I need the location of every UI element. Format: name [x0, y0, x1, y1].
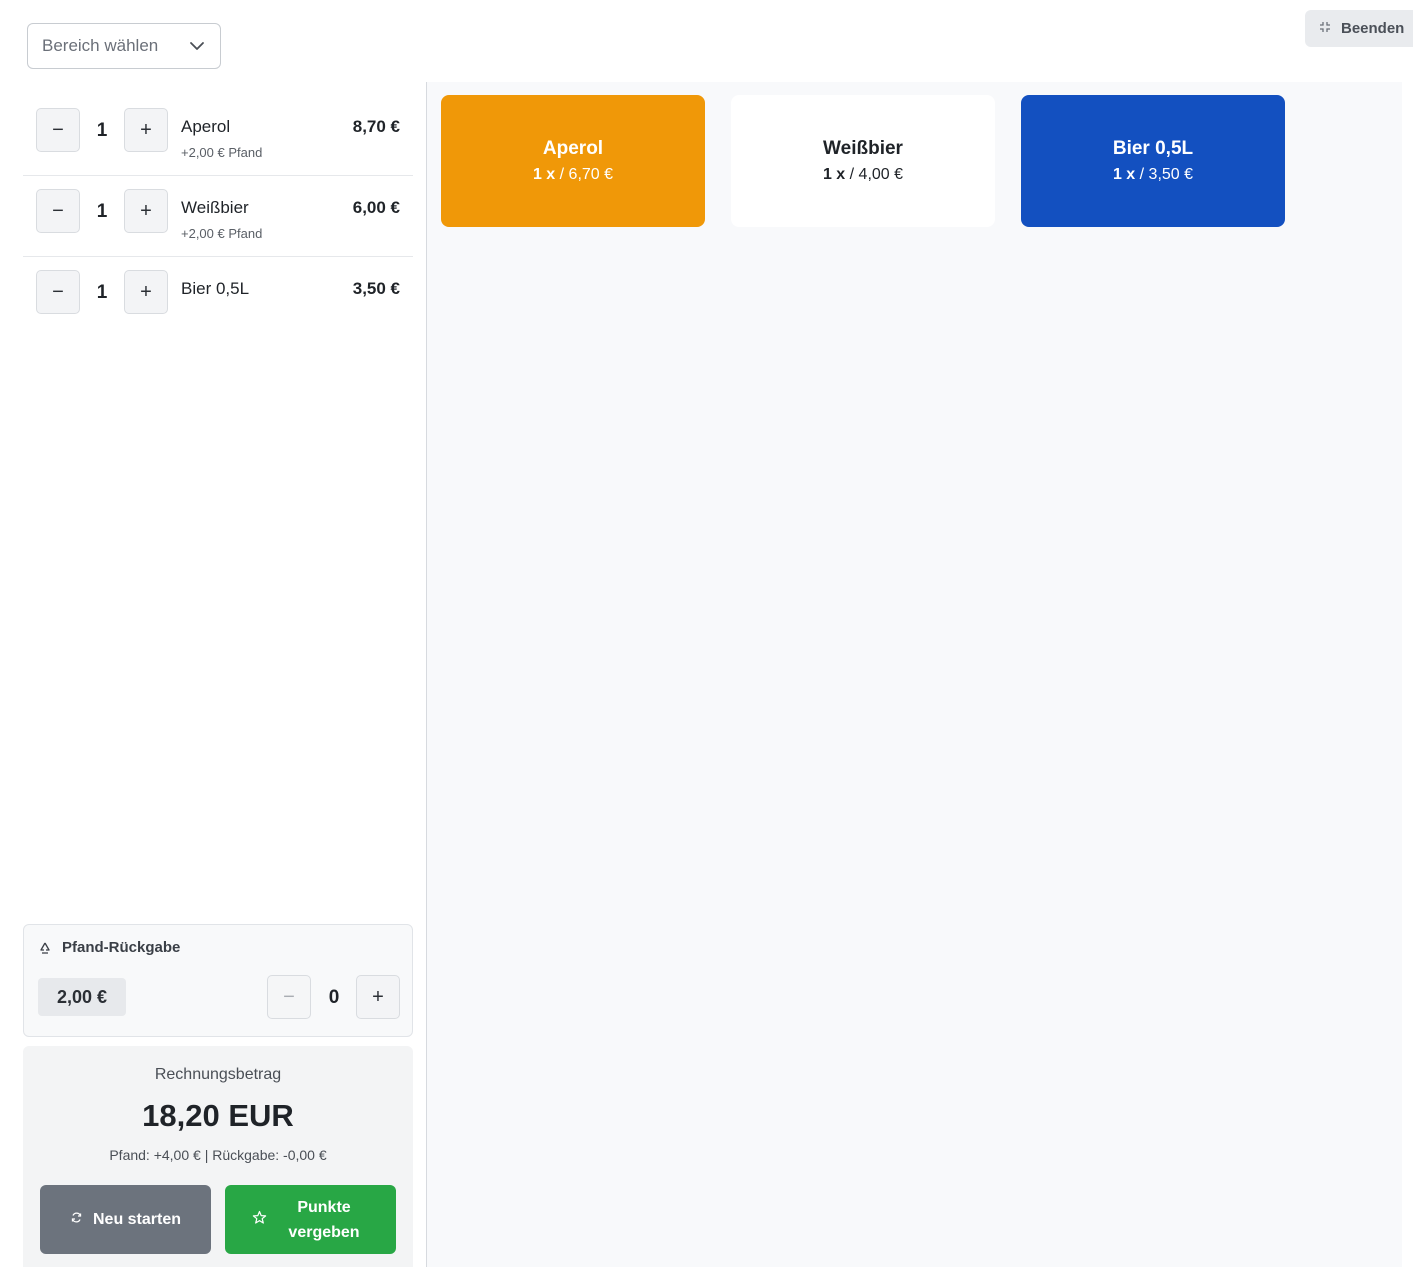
deposit-value: 2,00 €: [38, 978, 126, 1016]
deposit-increase-button[interactable]: +: [356, 975, 400, 1019]
deposit-decrease-button[interactable]: −: [267, 975, 311, 1019]
item-quantity: 1: [96, 201, 108, 222]
end-button-label: Beenden: [1341, 20, 1405, 37]
minimize-icon: [1319, 20, 1331, 37]
item-price: 6,00 €: [352, 198, 400, 217]
product-name: Bier 0,5L: [1112, 138, 1194, 159]
item-price: 8,70 €: [352, 117, 400, 136]
item-deposit: +2,00 € Pfand: [181, 226, 263, 241]
deposit-return-panel: Pfand-Rückgabe 2,00 € − 0 +: [23, 924, 413, 1037]
deposit-quantity: 0: [328, 987, 340, 1008]
item-quantity: 1: [96, 282, 108, 303]
area-select[interactable]: Bereich wählen: [27, 23, 221, 69]
cart-item: − 1 + Weißbier +2,00 € Pfand 6,00 €: [23, 176, 413, 257]
refresh-icon: [70, 1211, 83, 1229]
cart-panel: − 1 + Aperol +2,00 € Pfand 8,70 € − 1 + …: [23, 82, 413, 1267]
item-name: Bier 0,5L: [181, 279, 250, 298]
product-name: Weißbier: [823, 138, 903, 159]
deposit-return-title: Pfand-Rückgabe: [62, 939, 181, 956]
recycle-icon: [38, 941, 52, 955]
increase-button[interactable]: +: [124, 108, 168, 152]
increase-button[interactable]: +: [124, 270, 168, 314]
end-button[interactable]: Beenden: [1305, 10, 1413, 47]
total-label: Rechnungsbetrag: [154, 1066, 282, 1083]
chevron-down-icon: [188, 37, 206, 55]
product-count: 1 x: [822, 166, 846, 183]
award-points-label: Punkte vergeben: [288, 1198, 360, 1241]
product-summary: 1 x / 6,70 €: [533, 166, 613, 184]
decrease-button[interactable]: −: [36, 189, 80, 233]
decrease-button[interactable]: −: [36, 270, 80, 314]
cart-item: − 1 + Aperol +2,00 € Pfand 8,70 €: [23, 95, 413, 176]
product-summary: 1 x / 3,50 €: [1113, 166, 1193, 184]
product-count: 1 x: [532, 166, 556, 183]
increase-button[interactable]: +: [124, 189, 168, 233]
product-tile-weissbier[interactable]: Weißbier 1 x / 4,00 €: [731, 95, 995, 227]
total-detail: Pfand: +4,00 € | Rückgabe: -0,00 €: [109, 1147, 327, 1163]
product-price: / 4,00 €: [849, 166, 904, 183]
product-summary: 1 x / 4,00 €: [823, 166, 903, 184]
item-price: 3,50 €: [352, 279, 400, 298]
totals-panel: Rechnungsbetrag 18,20 EUR Pfand: +4,00 €…: [23, 1046, 413, 1267]
area-select-value: Bereich wählen: [42, 36, 159, 55]
product-price: / 6,70 €: [559, 166, 614, 183]
item-deposit: +2,00 € Pfand: [181, 145, 263, 160]
restart-button-label: Neu starten: [92, 1210, 182, 1228]
total-amount: 18,20 EUR: [142, 1098, 294, 1133]
product-grid: Aperol 1 x / 6,70 € Weißbier 1 x / 4,00 …: [427, 82, 1402, 1267]
item-quantity: 1: [96, 120, 108, 141]
restart-button[interactable]: Neu starten: [40, 1185, 211, 1254]
product-tile-bier[interactable]: Bier 0,5L 1 x / 3,50 €: [1021, 95, 1285, 227]
product-name: Aperol: [542, 138, 604, 159]
item-name: Aperol: [181, 117, 231, 136]
top-bar: Bereich wählen Beenden: [0, 0, 1413, 82]
item-name: Weißbier: [181, 198, 249, 217]
star-icon: [252, 1210, 267, 1230]
product-price: / 3,50 €: [1139, 166, 1194, 183]
product-count: 1 x: [1112, 166, 1136, 183]
product-tile-aperol[interactable]: Aperol 1 x / 6,70 €: [441, 95, 705, 227]
cart-item: − 1 + Bier 0,5L 3,50 €: [23, 257, 413, 338]
decrease-button[interactable]: −: [36, 108, 80, 152]
award-points-button[interactable]: Punkte vergeben: [225, 1185, 396, 1254]
